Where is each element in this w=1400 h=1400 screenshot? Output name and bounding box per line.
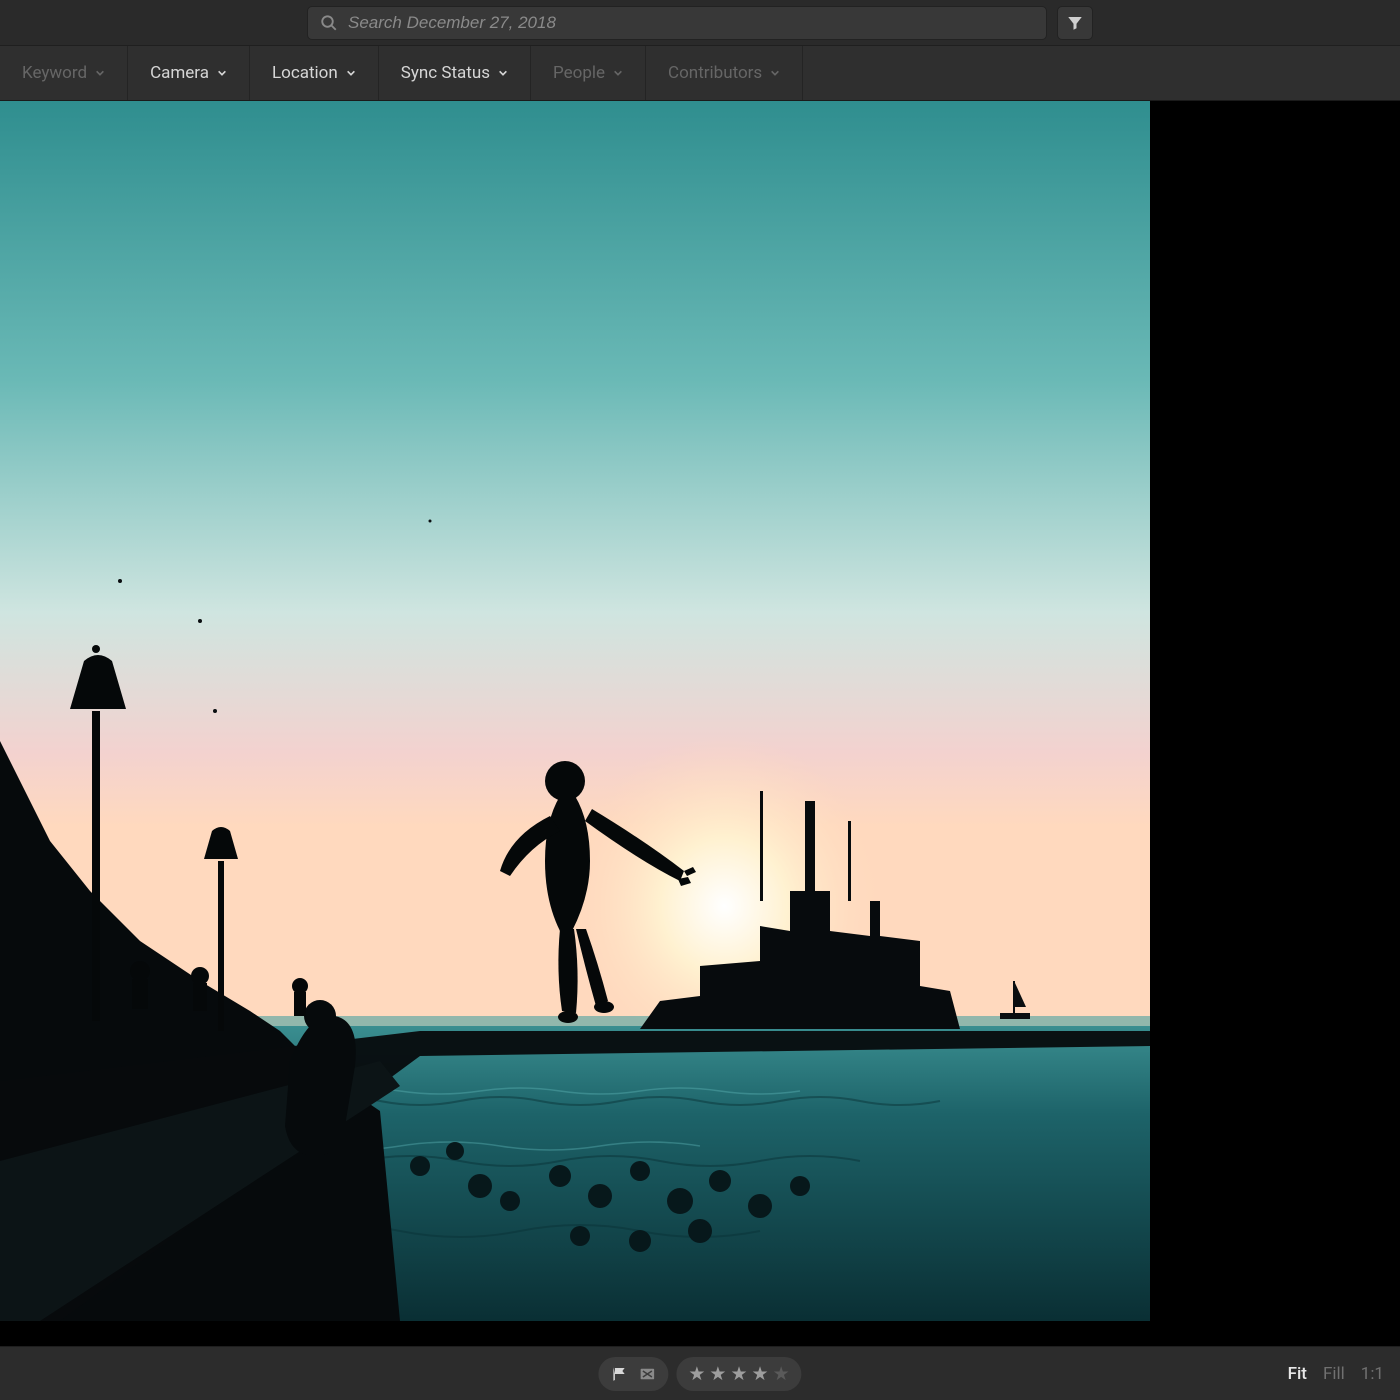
star-4[interactable]: ★ [752, 1364, 769, 1383]
photo-canvas [0, 101, 1150, 1321]
reject-flag-icon[interactable] [638, 1365, 656, 1383]
flag-rating-group: ★★★★★ [598, 1357, 801, 1391]
chevron-down-icon [346, 68, 356, 78]
star-2[interactable]: ★ [709, 1364, 726, 1383]
rating-pill: ★★★★★ [676, 1357, 801, 1391]
filter-button[interactable] [1057, 6, 1093, 40]
zoom-11[interactable]: 1:1 [1361, 1364, 1384, 1384]
pick-flag-icon[interactable] [610, 1365, 628, 1383]
search-input[interactable] [348, 13, 1034, 33]
funnel-icon [1066, 14, 1084, 32]
search-icon [320, 14, 338, 32]
star-1[interactable]: ★ [688, 1364, 705, 1383]
chevron-down-icon [217, 68, 227, 78]
filter-tabs: Keyword Camera Location Sync Status People Co… [0, 46, 1400, 101]
filter-contributors[interactable]: Contributors [646, 46, 803, 100]
star-3[interactable]: ★ [730, 1364, 747, 1383]
zoom-group: Fit Fill 1:1 [1288, 1364, 1384, 1384]
filter-sync-status[interactable]: Sync Status [379, 46, 531, 100]
search-box[interactable] [307, 6, 1047, 40]
app-root: Keyword Camera Location Sync Status People Co… [0, 0, 1400, 1400]
filter-location[interactable]: Location [250, 46, 379, 100]
zoom-fit[interactable]: Fit [1288, 1364, 1307, 1384]
filter-label: Camera [150, 63, 209, 83]
bottom-bar: ★★★★★ FitFill1:1 [0, 1346, 1400, 1400]
search-row [0, 0, 1400, 46]
filter-keyword[interactable]: Keyword [0, 46, 128, 100]
chevron-down-icon [770, 68, 780, 78]
filter-label: Keyword [22, 63, 87, 83]
filter-label: People [553, 63, 605, 83]
filter-label: Sync Status [401, 63, 490, 83]
filter-people[interactable]: People [531, 46, 646, 100]
filter-label: Contributors [668, 63, 762, 83]
zoom-fill[interactable]: Fill [1323, 1364, 1345, 1384]
chevron-down-icon [95, 68, 105, 78]
filter-label: Location [272, 63, 338, 83]
star-5[interactable]: ★ [773, 1364, 790, 1383]
chevron-down-icon [498, 68, 508, 78]
filter-camera[interactable]: Camera [128, 46, 250, 100]
flag-pill [598, 1357, 668, 1391]
image-viewer[interactable] [0, 101, 1400, 1346]
chevron-down-icon [613, 68, 623, 78]
